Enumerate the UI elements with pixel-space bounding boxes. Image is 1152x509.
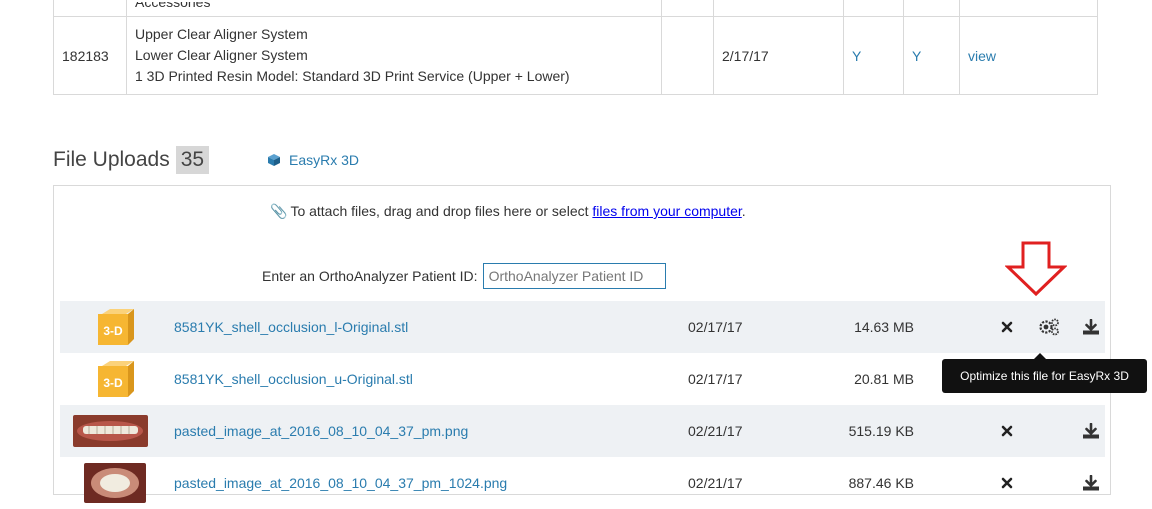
file-size: 515.19 KB bbox=[848, 423, 914, 439]
file-actions bbox=[986, 301, 1112, 353]
cube-icon bbox=[268, 154, 280, 166]
download-icon bbox=[1083, 475, 1099, 491]
close-icon bbox=[1001, 321, 1013, 333]
download-file-button[interactable] bbox=[1070, 423, 1112, 439]
optimize-file-button[interactable] bbox=[1028, 318, 1070, 336]
patient-id-row: Enter an OrthoAnalyzer Patient ID: bbox=[262, 263, 666, 289]
close-icon bbox=[1001, 477, 1013, 489]
paperclip-icon: 📎 bbox=[270, 203, 288, 219]
file-row: pasted_image_at_2016_08_10_04_37_pm.png … bbox=[60, 405, 1105, 457]
file-size: 20.81 MB bbox=[854, 371, 914, 387]
download-icon bbox=[1083, 423, 1099, 439]
drop-hint-text: To attach files, drag and drop files her… bbox=[290, 203, 589, 219]
download-icon bbox=[1083, 319, 1099, 335]
file-row: 3-D 8581YK_shell_occlusion_l-Original.st… bbox=[60, 301, 1105, 353]
file-size: 14.63 MB bbox=[854, 319, 914, 335]
patient-id-label: Enter an OrthoAnalyzer Patient ID: bbox=[262, 268, 478, 284]
svg-text:3-D: 3-D bbox=[103, 324, 123, 338]
uploads-title: File Uploads bbox=[53, 148, 170, 171]
delete-file-button[interactable] bbox=[986, 425, 1028, 437]
order-item: Upper Clear Aligner System bbox=[135, 26, 308, 42]
file-actions bbox=[986, 457, 1112, 509]
gears-icon bbox=[1039, 318, 1059, 336]
file-date: 02/21/17 bbox=[688, 423, 743, 439]
order-date: 2/17/17 bbox=[713, 16, 844, 95]
drop-hint-suffix: . bbox=[741, 203, 746, 219]
file-date: 02/17/17 bbox=[688, 319, 743, 335]
dental-photo-thumbnail bbox=[84, 463, 146, 503]
3d-file-icon: 3-D bbox=[98, 361, 134, 397]
dental-photo-thumbnail bbox=[73, 415, 148, 447]
file-actions bbox=[986, 405, 1112, 457]
3d-file-icon: 3-D bbox=[98, 309, 134, 345]
flag-link-1[interactable]: Y bbox=[852, 48, 861, 64]
order-table: Accessories 182183 Upper Clear Aligner S… bbox=[53, 0, 1098, 95]
optimize-tooltip: Optimize this file for EasyRx 3D bbox=[942, 353, 1147, 393]
file-row: pasted_image_at_2016_08_10_04_37_pm_1024… bbox=[60, 457, 1105, 509]
order-items: Upper Clear Aligner System Lower Clear A… bbox=[126, 16, 662, 95]
upload-dropzone[interactable]: 📎 To attach files, drag and drop files he… bbox=[53, 185, 1111, 503]
file-name-link[interactable]: pasted_image_at_2016_08_10_04_37_pm_1024… bbox=[174, 475, 688, 491]
table-row: 182183 Upper Clear Aligner System Lower … bbox=[53, 16, 1098, 95]
red-down-arrow-annotation bbox=[1005, 241, 1067, 297]
order-item: 1 3D Printed Resin Model: Standard 3D Pr… bbox=[135, 68, 570, 84]
file-size: 887.46 KB bbox=[848, 475, 914, 491]
file-date: 02/17/17 bbox=[688, 371, 743, 387]
view-link[interactable]: view bbox=[968, 48, 996, 64]
download-file-button[interactable] bbox=[1070, 475, 1112, 491]
file-date: 02/21/17 bbox=[688, 475, 743, 491]
patient-id-input[interactable] bbox=[482, 263, 666, 289]
close-icon bbox=[1001, 425, 1013, 437]
delete-file-button[interactable] bbox=[986, 321, 1028, 333]
order-id: 182183 bbox=[53, 16, 127, 95]
easyrx-3d-label: EasyRx 3D bbox=[289, 152, 360, 168]
table-row: Accessories bbox=[53, 0, 1098, 17]
easyrx-3d-link[interactable]: EasyRx 3D bbox=[267, 152, 359, 168]
partial-item-text: Accessories bbox=[135, 1, 211, 10]
uploads-count-badge: 35 bbox=[175, 146, 210, 174]
svg-text:3-D: 3-D bbox=[103, 376, 123, 390]
download-file-button[interactable] bbox=[1070, 319, 1112, 335]
file-name-link[interactable]: pasted_image_at_2016_08_10_04_37_pm.png bbox=[174, 423, 688, 439]
uploads-heading: File Uploads 35 bbox=[53, 146, 210, 174]
flag-link-2[interactable]: Y bbox=[912, 48, 921, 64]
drop-hint: 📎 To attach files, drag and drop files he… bbox=[270, 203, 746, 220]
file-name-link[interactable]: 8581YK_shell_occlusion_l-Original.stl bbox=[174, 319, 688, 335]
order-item: Lower Clear Aligner System bbox=[135, 47, 308, 63]
delete-file-button[interactable] bbox=[986, 477, 1028, 489]
files-from-computer-link[interactable]: files from your computer bbox=[592, 203, 741, 219]
file-name-link[interactable]: 8581YK_shell_occlusion_u-Original.stl bbox=[174, 371, 688, 387]
